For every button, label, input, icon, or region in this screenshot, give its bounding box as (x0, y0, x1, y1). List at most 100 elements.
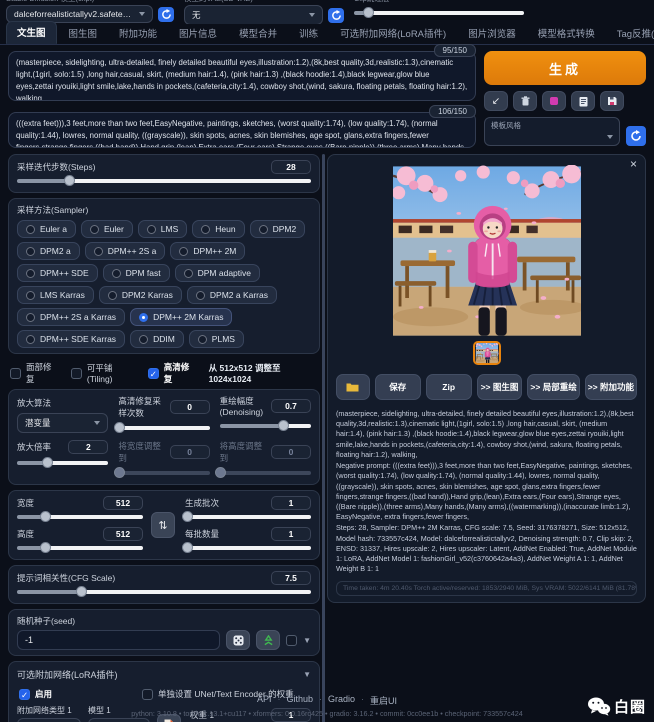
seed-extra-toggle-icon[interactable]: ▼ (303, 636, 311, 645)
close-icon[interactable]: × (630, 157, 637, 171)
sampler-option[interactable]: DPM2 (250, 220, 306, 238)
clear-prompt-button[interactable] (513, 91, 537, 111)
tab-训练[interactable]: 训练 (289, 23, 328, 44)
sampler-option[interactable]: DPM fast (103, 264, 170, 282)
width-value[interactable]: 512 (103, 496, 143, 510)
tab-图片信息[interactable]: 图片信息 (169, 23, 227, 44)
hires-fix-checkbox[interactable]: 高清修复 (148, 361, 195, 385)
sampler-option[interactable]: DPM2 Karras (99, 286, 182, 304)
upscaler-select[interactable]: 潜变量 (17, 413, 108, 433)
sampler-option[interactable]: Euler a (17, 220, 76, 238)
batch-count-slider[interactable] (185, 510, 311, 523)
sampler-option[interactable]: DPM++ 2M (170, 242, 245, 260)
restore-faces-checkbox[interactable]: 面部修复 (10, 361, 57, 385)
style-select[interactable]: 模板风格 (484, 117, 620, 146)
output-button-局部重绘[interactable]: >> 局部重绘 (527, 374, 579, 400)
apply-style-button[interactable] (571, 91, 595, 111)
sampler-option[interactable]: Heun (192, 220, 244, 238)
tiling-checkbox[interactable]: 可平铺(Tiling) (71, 362, 134, 384)
hires-steps-value[interactable]: 0 (170, 400, 210, 414)
output-button-保存[interactable]: 保存 (375, 374, 421, 400)
sampler-option[interactable]: DPM adaptive (175, 264, 260, 282)
sampler-option[interactable]: DPM++ 2S a Karras (17, 308, 125, 326)
resize-height-slider[interactable] (220, 466, 311, 479)
generated-image[interactable] (393, 165, 581, 337)
tab-图生图[interactable]: 图生图 (59, 23, 108, 44)
sampler-option[interactable]: DPM++ SDE Karras (17, 330, 125, 348)
footer-link-Github[interactable]: Github (286, 694, 313, 707)
refresh-styles-button[interactable] (626, 126, 646, 146)
denoise-value[interactable]: 0.7 (271, 399, 311, 413)
footer-link-API[interactable]: API (257, 694, 272, 707)
sampler-option[interactable]: DPM2 a (17, 242, 80, 260)
slider-handle[interactable] (182, 511, 193, 522)
reuse-seed-button[interactable] (256, 630, 280, 650)
tab-模型格式转换[interactable]: 模型格式转换 (528, 23, 605, 44)
steps-value[interactable]: 28 (271, 160, 311, 174)
sampler-option[interactable]: DPM++ SDE (17, 264, 98, 282)
sampler-option[interactable]: DPM++ 2M Karras (130, 308, 232, 326)
extra-seed-checkbox[interactable] (286, 635, 297, 646)
sampler-option[interactable]: DPM2 a Karras (187, 286, 277, 304)
sampler-option[interactable]: LMS (138, 220, 187, 238)
tab-模型合并[interactable]: 模型合并 (229, 23, 287, 44)
height-value[interactable]: 512 (103, 527, 143, 541)
sampler-option[interactable]: Euler (81, 220, 133, 238)
tab-可选附加网络(LoRA插件)[interactable]: 可选附加网络(LoRA插件) (330, 23, 456, 44)
batch-count-value[interactable]: 1 (271, 496, 311, 510)
footer-link-Gradio[interactable]: Gradio (328, 694, 355, 707)
slider-handle[interactable] (40, 542, 51, 553)
refresh-model-button[interactable] (158, 7, 174, 22)
slider-handle[interactable] (114, 467, 125, 478)
generate-button[interactable]: 生成 (484, 51, 646, 85)
tab-附加功能[interactable]: 附加功能 (109, 23, 167, 44)
resize-height-value[interactable]: 0 (271, 445, 311, 459)
tab-文生图[interactable]: 文生图 (6, 21, 57, 44)
upscale-by-value[interactable]: 2 (68, 440, 108, 454)
output-button-Zip[interactable]: Zip (426, 374, 472, 400)
negative-prompt-input[interactable]: (((extra feet))),3 feet,more than two fe… (8, 112, 476, 148)
lora-accordion-header[interactable]: 可选附加网络(LoRA插件) ▼ (17, 667, 311, 685)
extra-networks-button[interactable] (542, 91, 566, 111)
sampler-option[interactable]: DDIM (130, 330, 184, 348)
batch-size-value[interactable]: 1 (271, 527, 311, 541)
height-slider[interactable] (17, 541, 143, 554)
seed-input[interactable]: -1 (17, 630, 220, 650)
sampler-option[interactable]: LMS Karras (17, 286, 94, 304)
footer-link-重启UI[interactable]: 重启UI (370, 694, 397, 707)
open-folder-button[interactable] (336, 374, 370, 400)
hires-steps-slider[interactable] (118, 421, 209, 434)
sampler-option[interactable]: PLMS (189, 330, 244, 348)
cfg-slider[interactable] (17, 585, 311, 598)
save-style-button[interactable] (600, 91, 624, 111)
column-scrollbar[interactable] (322, 154, 325, 722)
upscale-by-slider[interactable] (17, 456, 108, 469)
swap-dimensions-button[interactable]: ⇅ (151, 512, 175, 538)
cfg-value[interactable]: 7.5 (271, 571, 311, 585)
slider-handle[interactable] (215, 467, 226, 478)
slider-handle[interactable] (363, 7, 374, 18)
width-slider[interactable] (17, 510, 143, 523)
denoise-slider[interactable] (220, 419, 311, 432)
sampler-option[interactable]: DPM++ 2S a (85, 242, 166, 260)
slider-handle[interactable] (114, 422, 125, 433)
tab-图片浏览器[interactable]: 图片浏览器 (458, 23, 526, 44)
tab-Tag反推(Tagger)[interactable]: Tag反推(Tagger) (607, 23, 654, 44)
gallery-thumbnail[interactable] (473, 341, 501, 365)
output-button-附加功能[interactable]: >> 附加功能 (585, 374, 637, 400)
vae-select[interactable]: 无 (184, 5, 323, 24)
slider-handle[interactable] (182, 542, 193, 553)
slider-handle[interactable] (42, 457, 53, 468)
batch-size-slider[interactable] (185, 541, 311, 554)
clip-skip-slider[interactable] (354, 6, 524, 19)
output-button-图生图[interactable]: >> 图生图 (477, 374, 523, 400)
random-seed-button[interactable] (226, 630, 250, 650)
paste-params-button[interactable]: ↙ (484, 91, 508, 111)
slider-handle[interactable] (40, 511, 51, 522)
refresh-vae-button[interactable] (328, 8, 344, 23)
slider-handle[interactable] (64, 175, 75, 186)
positive-prompt-input[interactable]: (masterpiece, sidelighting, ultra-detail… (8, 51, 476, 101)
resize-width-slider[interactable] (118, 466, 209, 479)
slider-handle[interactable] (76, 586, 87, 597)
steps-slider[interactable] (17, 174, 311, 187)
